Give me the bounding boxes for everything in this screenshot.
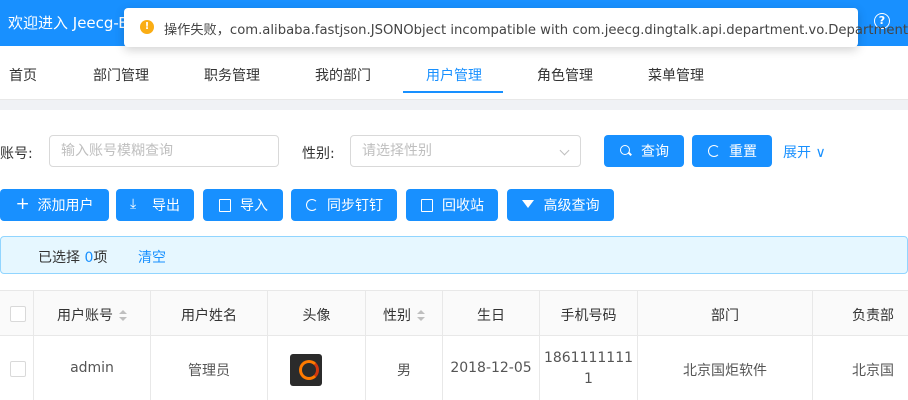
- export-label: 导出: [152, 198, 180, 214]
- tab-bar: 首页 部门管理 职务管理 我的部门 用户管理 角色管理 菜单管理: [0, 46, 908, 100]
- tab-menu-management[interactable]: 菜单管理: [648, 65, 704, 85]
- column-header-name: 用户姓名: [181, 308, 237, 324]
- column-gender-label: 性别: [383, 308, 411, 324]
- column-header-phone: 手机号码: [560, 308, 617, 324]
- gender-select[interactable]: 请选择性别: [350, 135, 581, 167]
- sort-icon[interactable]: [417, 310, 425, 322]
- column-header-birthday: 生日: [477, 308, 505, 324]
- active-tab-indicator: [403, 91, 503, 93]
- row-checkbox[interactable]: [10, 361, 26, 377]
- cell-gender: 男: [397, 363, 411, 379]
- cell-lead-department: 北京国: [852, 363, 894, 379]
- sync-dingtalk-button[interactable]: 同步钉钉: [291, 189, 397, 221]
- add-user-button[interactable]: 添加用户: [0, 189, 109, 221]
- expand-link[interactable]: 展开 ∨: [783, 142, 826, 162]
- advanced-query-label: 高级查询: [543, 198, 600, 214]
- recycle-bin-button[interactable]: 回收站: [406, 189, 498, 221]
- cell-birthday: 2018-12-05: [450, 360, 532, 376]
- toast-message: 操作失败，com.alibaba.fastjson.JSONObject inc…: [164, 23, 908, 38]
- tab-department[interactable]: 部门管理: [93, 65, 149, 85]
- sort-icon[interactable]: [119, 310, 127, 322]
- clear-selection-link[interactable]: 清空: [138, 247, 166, 267]
- column-header-account[interactable]: 用户账号: [34, 305, 150, 325]
- column-account-label: 用户账号: [57, 308, 113, 324]
- gender-select-placeholder: 请选择性别: [362, 143, 432, 159]
- export-button[interactable]: 导出: [116, 189, 194, 221]
- tab-user-management[interactable]: 用户管理: [426, 65, 482, 85]
- warning-icon: !: [140, 20, 154, 34]
- query-button[interactable]: 查询: [604, 135, 684, 167]
- filter-icon: [521, 198, 536, 212]
- download-icon: [130, 196, 144, 212]
- sync-dingtalk-label: 同步钉钉: [327, 198, 383, 214]
- import-icon: [218, 198, 232, 212]
- search-icon: [619, 144, 633, 158]
- user-avatar: [290, 354, 322, 386]
- selection-suffix: 项: [93, 250, 108, 266]
- account-search-input[interactable]: 输入账号模糊查询: [49, 135, 279, 167]
- cell-phone-line1: 1861111111: [543, 350, 634, 366]
- chevron-down-icon: ∨: [815, 145, 826, 161]
- column-header-avatar: 头像: [302, 308, 331, 324]
- plus-icon: [16, 194, 30, 214]
- tab-role-management[interactable]: 角色管理: [537, 65, 593, 85]
- advanced-query-button[interactable]: 高级查询: [507, 189, 614, 221]
- reset-button[interactable]: 重置: [692, 135, 772, 167]
- tab-home[interactable]: 首页: [9, 65, 37, 85]
- add-user-label: 添加用户: [37, 198, 94, 214]
- selection-alert: 已选择 0项 清空: [0, 236, 908, 274]
- import-label: 导入: [240, 198, 268, 214]
- reload-icon: [707, 144, 721, 158]
- chevron-down-icon: [559, 145, 570, 156]
- gender-label: 性别:: [302, 146, 335, 162]
- sync-icon: [305, 198, 319, 212]
- column-header-gender[interactable]: 性别: [366, 305, 442, 325]
- expand-label: 展开: [783, 145, 811, 161]
- cell-account: admin: [70, 360, 114, 376]
- query-button-label: 查询: [641, 144, 669, 160]
- import-button[interactable]: 导入: [203, 189, 283, 221]
- selection-text: 已选择 0项: [38, 247, 107, 267]
- recycle-bin-icon: [420, 198, 434, 212]
- reset-button-label: 重置: [729, 144, 757, 160]
- cell-name: 管理员: [188, 363, 230, 379]
- column-header-lead-department: 负责部: [852, 308, 894, 324]
- select-all-checkbox[interactable]: [10, 306, 26, 322]
- selection-prefix: 已选择: [38, 250, 85, 266]
- tab-position[interactable]: 职务管理: [204, 65, 260, 85]
- user-table: 用户账号 用户姓名 头像 性别 生日 手机号码 部门 负责部 admin 管理员…: [0, 290, 908, 400]
- tab-my-department[interactable]: 我的部门: [315, 65, 371, 85]
- cell-phone-line2: 1: [584, 371, 593, 387]
- error-toast: ! 操作失败，com.alibaba.fastjson.JSONObject i…: [124, 8, 908, 47]
- recycle-bin-label: 回收站: [442, 198, 484, 214]
- account-label: 账号:: [0, 146, 33, 162]
- cell-department: 北京国炬软件: [683, 363, 767, 379]
- column-header-department: 部门: [711, 308, 739, 324]
- app-title: 欢迎进入 Jeecg-B: [8, 14, 129, 32]
